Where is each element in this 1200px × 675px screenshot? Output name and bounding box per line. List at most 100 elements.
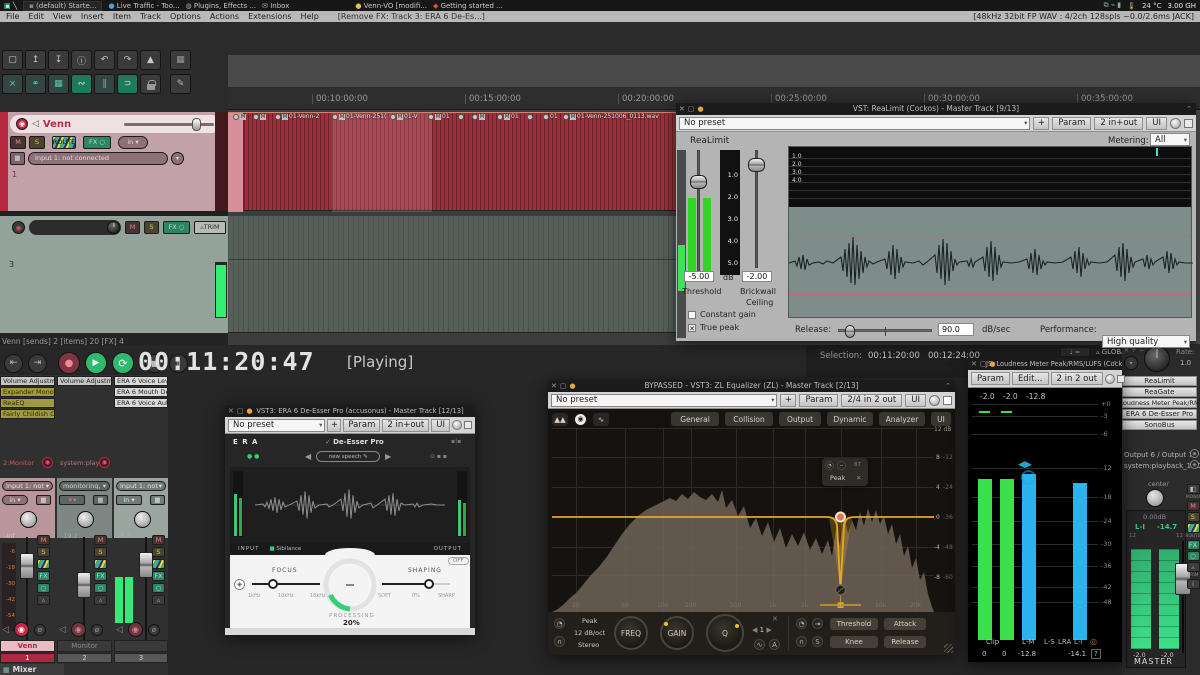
arrange-vscrollbar[interactable]: [1196, 110, 1200, 345]
send-knob[interactable]: ◉: [99, 457, 110, 468]
fx-button[interactable]: FX: [1186, 540, 1200, 550]
preset-save-button[interactable]: +: [1033, 116, 1050, 130]
item-chip[interactable]: M 01: [428, 113, 450, 120]
volume-readout[interactable]: -19.2: [61, 532, 78, 540]
input-select[interactable]: monitoring, r ▾: [59, 481, 110, 491]
shaping-thumb[interactable]: [424, 579, 434, 589]
hw-output-send[interactable]: system:playback_1 (Ou: [1124, 462, 1200, 470]
route-button[interactable]: [1186, 523, 1200, 533]
sidechain-button[interactable]: ⇥: [812, 618, 823, 629]
edit-button[interactable]: Edit...: [1011, 372, 1049, 385]
item-chip[interactable]: M: [253, 113, 267, 120]
info-button[interactable]: i: [1186, 579, 1200, 589]
solo-button[interactable]: S: [152, 547, 165, 557]
volume-readout[interactable]: -8.3: [118, 532, 131, 540]
mixer-fx-slot[interactable]: Fairly Childish Co: [0, 409, 55, 419]
fx-button[interactable]: FX ○: [163, 221, 190, 234]
pin-icon[interactable]: ●: [990, 360, 996, 368]
io-button[interactable]: 2 in+out: [382, 418, 430, 432]
record-mode-button[interactable]: ▦: [36, 495, 51, 505]
go-end-button[interactable]: ⇥: [28, 353, 47, 373]
attack-button[interactable]: Attack: [884, 618, 926, 630]
item-chip[interactable]: [458, 113, 465, 120]
fx-chain-item[interactable]: ERA 6 De-Esser Pro: [1122, 409, 1197, 419]
threshold-slider-track[interactable]: [697, 150, 700, 278]
speaker-icon[interactable]: ◁: [2, 625, 9, 635]
freq-knob[interactable]: FREQ: [614, 616, 648, 650]
input-select[interactable]: Input 1: not connected: [28, 152, 168, 165]
zleq-titlebar[interactable]: ✕ ▢ ● BYPASSED - VST3: ZL Equalizer (ZL) -…: [548, 380, 955, 392]
help-button[interactable]: ?: [1091, 649, 1101, 659]
hw-output-send[interactable]: Output 6 / Output 7: [1124, 451, 1193, 459]
taskbar-window-4[interactable]: ✉ Inbox: [262, 2, 289, 10]
track-name-cell[interactable]: [114, 640, 168, 652]
gain-knob[interactable]: GAIN: [660, 616, 694, 650]
param-button[interactable]: Param: [971, 372, 1010, 385]
speaker-icon[interactable]: ◁: [59, 625, 66, 635]
bypass-checkbox[interactable]: [464, 421, 472, 429]
input-fx-button[interactable]: in ▾: [2, 495, 28, 505]
solo-button[interactable]: S: [1186, 512, 1200, 522]
pencil-mode-icon[interactable]: ✎: [170, 74, 191, 94]
bypass-checkbox[interactable]: [943, 395, 952, 405]
preset-select[interactable]: No preset ▾: [228, 418, 326, 432]
tab-output[interactable]: Output: [779, 412, 821, 426]
track-name-cell[interactable]: Monitor: [57, 640, 112, 652]
mute-button[interactable]: M: [37, 535, 50, 545]
selection-start[interactable]: 00:11:20:00: [868, 351, 920, 361]
save-project-icon[interactable]: ↧: [48, 50, 69, 70]
bypass-checkbox[interactable]: [1184, 118, 1193, 128]
pan-knob[interactable]: [134, 511, 151, 528]
focus-thumb[interactable]: [268, 579, 278, 589]
realimit-titlebar[interactable]: ✕ ▢ ● VST: ReaLimit (Cockos) - Master Trac…: [676, 103, 1196, 115]
close-icon[interactable]: ✕: [679, 105, 685, 113]
taskbar-window-1[interactable]: ▪ (default) Starte...: [23, 0, 103, 11]
envelope-lanes-icon[interactable]: ∥: [94, 74, 115, 94]
band-power-button[interactable]: ◔: [554, 618, 565, 629]
track-name[interactable]: Venn: [43, 119, 71, 130]
deesser-titlebar[interactable]: ✕ ▢ ● VST3: ERA 6 De-Esser Pro (accusonus)…: [225, 405, 475, 417]
phase-button[interactable]: ø: [90, 623, 103, 636]
solo-button[interactable]: S: [144, 221, 159, 234]
dynamic-power-button[interactable]: ◔: [796, 618, 807, 629]
release-button[interactable]: Release: [884, 636, 926, 648]
preset-select[interactable]: No preset ▾: [679, 116, 1031, 130]
limiter-display[interactable]: 1.0 2.0 3.0 4.0: [788, 146, 1193, 318]
tab-collision[interactable]: Collision: [725, 412, 773, 426]
audio-status[interactable]: [48kHz 32bit FP WAV : 4/2ch 128spls ~0.0…: [973, 12, 1194, 21]
open-project-icon[interactable]: ↥: [25, 50, 46, 70]
shade-icon[interactable]: ▢: [688, 105, 695, 113]
send-knob[interactable]: ◉: [1190, 449, 1199, 458]
fx-button[interactable]: FX: [94, 571, 107, 581]
media-item-track1[interactable]: [228, 112, 676, 212]
mixer-fx-slot[interactable]: ReaEQ: [0, 398, 55, 408]
band-power-button[interactable]: ◔: [825, 461, 834, 470]
shaping-slider[interactable]: [382, 579, 450, 589]
mixer-fx-slot[interactable]: ERA 6 Mouth De-: [114, 387, 168, 397]
play-button[interactable]: ▶: [85, 352, 107, 374]
prev-band-icon[interactable]: ◀: [752, 626, 757, 634]
clip-count-right[interactable]: 0: [1002, 650, 1006, 658]
env-button[interactable]: ▵: [152, 595, 165, 605]
env-button[interactable]: ▵: [37, 595, 50, 605]
menu-edit[interactable]: Edit: [28, 12, 44, 21]
record-arm-button[interactable]: ◉: [127, 622, 143, 637]
tray-icons[interactable]: ⧉ ⌁ ▮: [1104, 1, 1122, 10]
metronome-icon[interactable]: ▲: [140, 50, 161, 70]
band-slope-label[interactable]: 12 dB/oct: [574, 629, 605, 637]
band-close-icon[interactable]: ✕: [856, 474, 861, 482]
media-item-start-cap[interactable]: [228, 113, 244, 212]
close-icon[interactable]: ✕: [971, 360, 977, 368]
io-button[interactable]: 2 in+out: [1094, 116, 1144, 130]
rate-value[interactable]: 1.0: [1180, 359, 1191, 367]
mixer-fx-slot[interactable]: Volume Adjustm: [0, 376, 55, 386]
trim-button[interactable]: ▵ TRIM: [194, 221, 226, 234]
zleq-window[interactable]: ✕ ▢ ● BYPASSED - VST3: ZL Equalizer (ZL) -…: [548, 380, 955, 655]
tempo-button[interactable]: ♩ =: [1060, 347, 1090, 357]
item-grouping-icon[interactable]: ⚭: [25, 74, 46, 94]
band-type-label[interactable]: Peak: [582, 617, 597, 625]
master-gain-readout[interactable]: 0.00dB: [1143, 513, 1166, 521]
release-thumb[interactable]: [845, 325, 855, 338]
menu-help[interactable]: Help: [301, 12, 319, 21]
preset-pill[interactable]: new speech ✎: [316, 451, 381, 462]
